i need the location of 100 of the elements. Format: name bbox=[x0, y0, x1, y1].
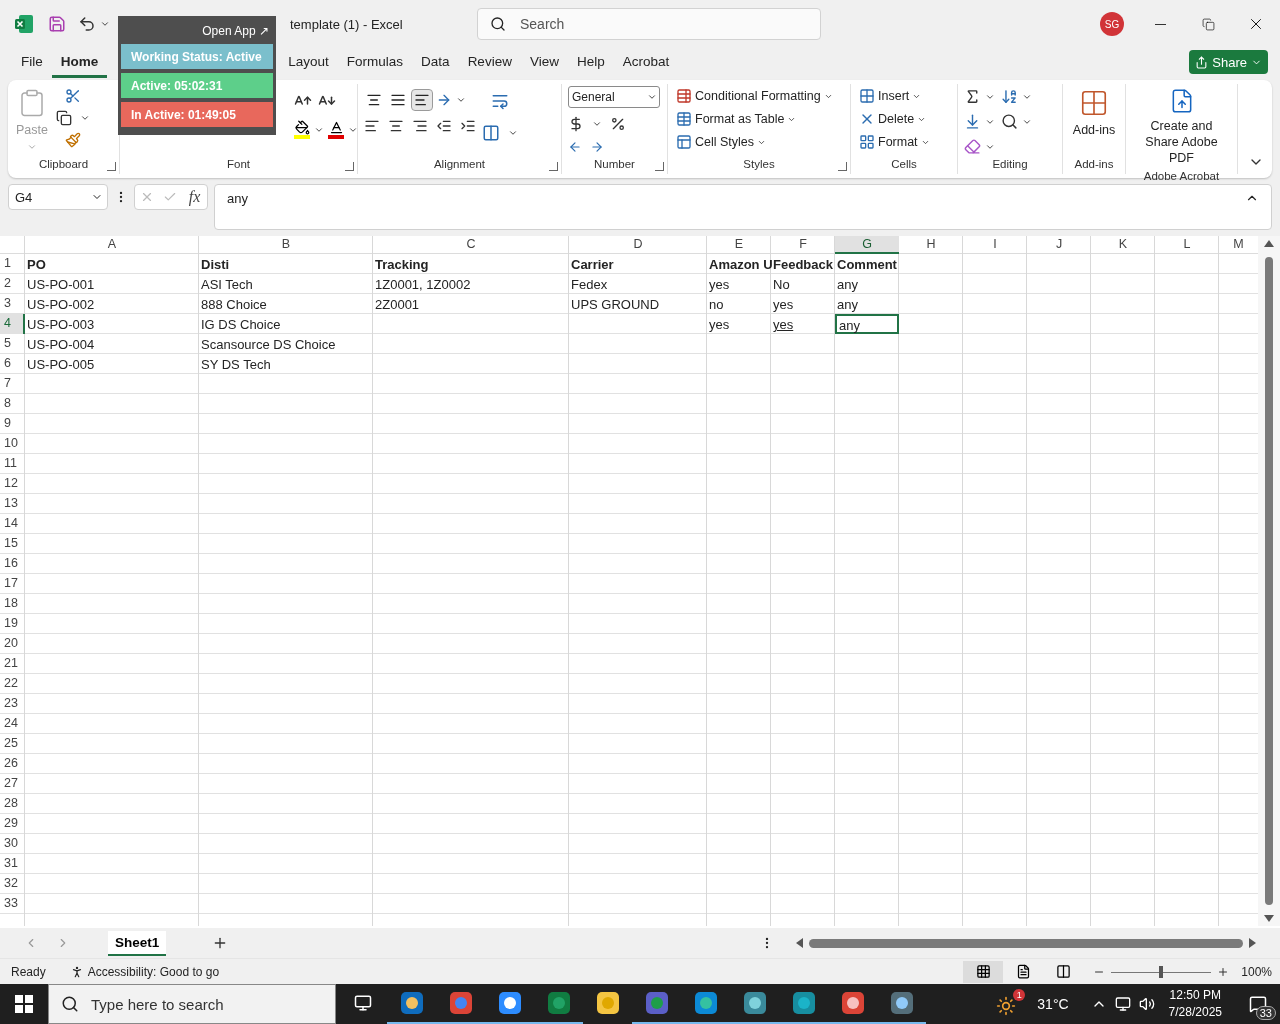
view-button[interactable] bbox=[963, 960, 1004, 983]
sort-filter-button[interactable] bbox=[1001, 88, 1018, 105]
ribbon-tab[interactable]: Review bbox=[458, 48, 521, 78]
styles-menu-button[interactable]: Cell Styles bbox=[674, 132, 835, 152]
ribbon-tab[interactable]: Help bbox=[567, 48, 614, 78]
ribbon-tab[interactable]: Acrobat bbox=[613, 48, 679, 78]
increase-decimal-button[interactable] bbox=[568, 140, 582, 154]
cells-menu-button[interactable]: Insert bbox=[857, 86, 932, 106]
column-header[interactable]: D bbox=[569, 236, 707, 254]
save-button[interactable] bbox=[48, 15, 66, 33]
row-header[interactable]: 18 bbox=[0, 594, 25, 614]
user-avatar[interactable]: SG bbox=[1100, 12, 1124, 36]
name-box[interactable]: G4 bbox=[8, 184, 108, 210]
row-header[interactable]: 29 bbox=[0, 814, 25, 834]
row-header[interactable]: 24 bbox=[0, 714, 25, 734]
row-header[interactable]: 23 bbox=[0, 694, 25, 714]
orientation-button[interactable] bbox=[436, 92, 452, 108]
ribbon-tab[interactable]: Formulas bbox=[337, 48, 413, 78]
clear-button[interactable] bbox=[964, 138, 981, 155]
search-field[interactable]: Search bbox=[477, 8, 821, 40]
row-header[interactable]: 1 bbox=[0, 254, 25, 274]
ribbon-tab[interactable]: View bbox=[520, 48, 568, 78]
add-ins-button[interactable]: Add-ins bbox=[1070, 84, 1118, 158]
row-header[interactable]: 32 bbox=[0, 874, 25, 894]
find-button[interactable] bbox=[1001, 113, 1018, 130]
row-header[interactable]: 3 bbox=[0, 294, 25, 314]
decrease-indent-button[interactable] bbox=[436, 118, 452, 134]
number-format-field[interactable]: General bbox=[568, 86, 660, 108]
row-header[interactable]: 14 bbox=[0, 514, 25, 534]
search-input[interactable]: Search bbox=[518, 15, 798, 33]
row-header[interactable]: 30 bbox=[0, 834, 25, 854]
row-header[interactable]: 12 bbox=[0, 474, 25, 494]
dialog-launcher[interactable] bbox=[655, 162, 664, 171]
column-header[interactable]: K bbox=[1091, 236, 1155, 254]
clock[interactable]: 12:50 PM 7/28/2025 bbox=[1168, 987, 1222, 1021]
increase-indent-button[interactable] bbox=[460, 118, 476, 134]
weather-widget[interactable]: 1 bbox=[994, 989, 1026, 1019]
row-header[interactable]: 27 bbox=[0, 774, 25, 794]
column-header[interactable]: G bbox=[835, 236, 899, 254]
insert-function-button[interactable]: fx bbox=[186, 188, 203, 206]
decrease-decimal-button[interactable] bbox=[590, 140, 604, 154]
dialog-launcher[interactable] bbox=[345, 162, 354, 171]
column-header[interactable]: B bbox=[199, 236, 373, 254]
row-header[interactable]: 25 bbox=[0, 734, 25, 754]
row-header[interactable]: 11 bbox=[0, 454, 25, 474]
column-header[interactable]: H bbox=[899, 236, 963, 254]
network-button[interactable] bbox=[1114, 996, 1131, 1012]
percent-button[interactable] bbox=[610, 116, 626, 132]
fill-color-button[interactable] bbox=[294, 120, 310, 139]
accessibility-status[interactable]: Accessibility: Good to go bbox=[87, 964, 220, 979]
row-header[interactable]: 8 bbox=[0, 394, 25, 414]
copy-button[interactable] bbox=[55, 110, 72, 126]
sheet-tab[interactable]: Sheet1 bbox=[108, 930, 167, 956]
vertical-align-button[interactable] bbox=[412, 90, 432, 110]
align-left-button[interactable] bbox=[364, 118, 380, 134]
row-header[interactable]: 4 bbox=[0, 314, 25, 334]
taskbar-search-field[interactable]: Type here to search bbox=[48, 984, 336, 1024]
row-header[interactable]: 9 bbox=[0, 414, 25, 434]
column-header[interactable]: A bbox=[25, 236, 199, 254]
row-header[interactable]: 28 bbox=[0, 794, 25, 814]
currency-button[interactable] bbox=[568, 116, 584, 132]
row-header[interactable]: 15 bbox=[0, 534, 25, 554]
share-button[interactable]: Share bbox=[1189, 50, 1268, 74]
formula-field[interactable]: any bbox=[227, 191, 248, 206]
align-right-button[interactable] bbox=[412, 118, 428, 134]
styles-menu-button[interactable]: Conditional Formatting bbox=[674, 86, 835, 106]
column-header[interactable]: J bbox=[1027, 236, 1091, 254]
dialog-launcher[interactable] bbox=[549, 162, 558, 171]
row-header[interactable]: 20 bbox=[0, 634, 25, 654]
row-header[interactable]: 22 bbox=[0, 674, 25, 694]
row-header[interactable]: 21 bbox=[0, 654, 25, 674]
row-header[interactable]: 26 bbox=[0, 754, 25, 774]
cells-menu-button[interactable]: Delete bbox=[857, 109, 932, 129]
row-header[interactable]: 7 bbox=[0, 374, 25, 394]
volume-button[interactable] bbox=[1138, 996, 1155, 1012]
ribbon-tab[interactable]: Data bbox=[412, 48, 459, 78]
undo-button[interactable] bbox=[78, 15, 96, 33]
zoom-in-button[interactable] bbox=[1217, 965, 1230, 978]
row-header[interactable]: 31 bbox=[0, 854, 25, 874]
taskbar-search-input[interactable]: Type here to search bbox=[89, 994, 319, 1014]
notifications-button[interactable]: 33 bbox=[1236, 984, 1280, 1024]
row-header[interactable]: 6 bbox=[0, 354, 25, 374]
open-app-link[interactable]: Open App ↗ bbox=[198, 22, 273, 40]
styles-menu-button[interactable]: Format as Table bbox=[674, 109, 835, 129]
column-header[interactable]: M bbox=[1219, 236, 1258, 254]
row-header[interactable]: 5 bbox=[0, 334, 25, 354]
row-header[interactable]: 17 bbox=[0, 574, 25, 594]
column-header[interactable]: E bbox=[707, 236, 771, 254]
dialog-launcher[interactable] bbox=[838, 162, 847, 171]
create-pdf-button[interactable]: Create and Share Adobe PDF bbox=[1132, 84, 1231, 170]
align-center-button[interactable] bbox=[388, 118, 404, 134]
ribbon-tab[interactable]: Layout bbox=[279, 48, 338, 78]
vertical-scrollbar[interactable] bbox=[1258, 236, 1280, 926]
ribbon-tab[interactable]: File bbox=[12, 48, 52, 78]
dialog-launcher[interactable] bbox=[107, 162, 116, 171]
row-header[interactable]: 33 bbox=[0, 894, 25, 914]
column-header[interactable]: C bbox=[373, 236, 569, 254]
row-header[interactable]: 16 bbox=[0, 554, 25, 574]
fill-button[interactable] bbox=[964, 113, 981, 130]
row-header[interactable]: 2 bbox=[0, 274, 25, 294]
